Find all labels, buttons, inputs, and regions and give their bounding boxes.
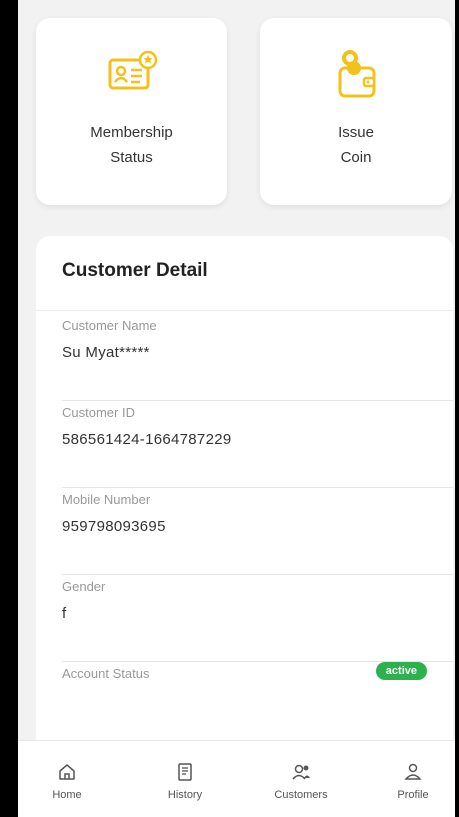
nav-item-customers[interactable]: Customers <box>256 741 346 801</box>
field-value: 586561424-1664787229 <box>62 431 232 448</box>
nav-label: History <box>167 789 203 801</box>
nav-item-profile[interactable]: Profile <box>368 741 455 801</box>
history-icon <box>178 763 192 781</box>
field-value: 959798093695 <box>62 518 166 535</box>
issue-coin-card[interactable]: Issue Coin <box>260 18 452 205</box>
field-customer-id: Customer ID 586561424-1664787229 <box>62 401 453 488</box>
field-mobile-number: Mobile Number 959798093695 <box>62 488 453 575</box>
field-label: Mobile Number <box>62 492 151 507</box>
field-value: f <box>62 605 67 622</box>
field-label: Gender <box>62 579 106 594</box>
membership-status-label: Membership Status <box>90 124 173 166</box>
page-title: Customer Detail <box>62 260 208 281</box>
nav-label: Home <box>52 789 82 801</box>
nav-label: Customers <box>274 789 328 801</box>
field-label: Account Status <box>62 666 150 681</box>
field-account-status: Account Status active <box>62 662 453 748</box>
app-screen: Membership Status Issue Coin Customer De… <box>18 0 455 817</box>
nav-label: Profile <box>397 789 429 801</box>
field-customer-name: Customer Name Su Myat***** <box>62 314 453 401</box>
bottom-nav: Home History Customers Profile <box>18 740 455 817</box>
field-label: Customer Name <box>62 318 157 333</box>
status-badge: active <box>375 662 427 680</box>
issue-coin-label: Issue Coin <box>338 124 374 166</box>
customers-icon <box>292 764 310 780</box>
field-value: Su Myat***** <box>62 344 150 361</box>
home-icon <box>59 764 75 780</box>
nav-item-home[interactable]: Home <box>22 741 112 801</box>
nav-item-history[interactable]: History <box>140 741 230 801</box>
profile-icon <box>404 763 422 780</box>
membership-card-icon <box>108 50 157 90</box>
divider <box>36 310 453 311</box>
membership-status-card[interactable]: Membership Status <box>36 18 227 205</box>
customer-detail-card: Customer Detail Customer Name Su Myat***… <box>36 236 453 796</box>
field-label: Customer ID <box>62 405 135 420</box>
field-gender: Gender f <box>62 575 453 662</box>
coin-wallet-icon <box>338 50 376 98</box>
